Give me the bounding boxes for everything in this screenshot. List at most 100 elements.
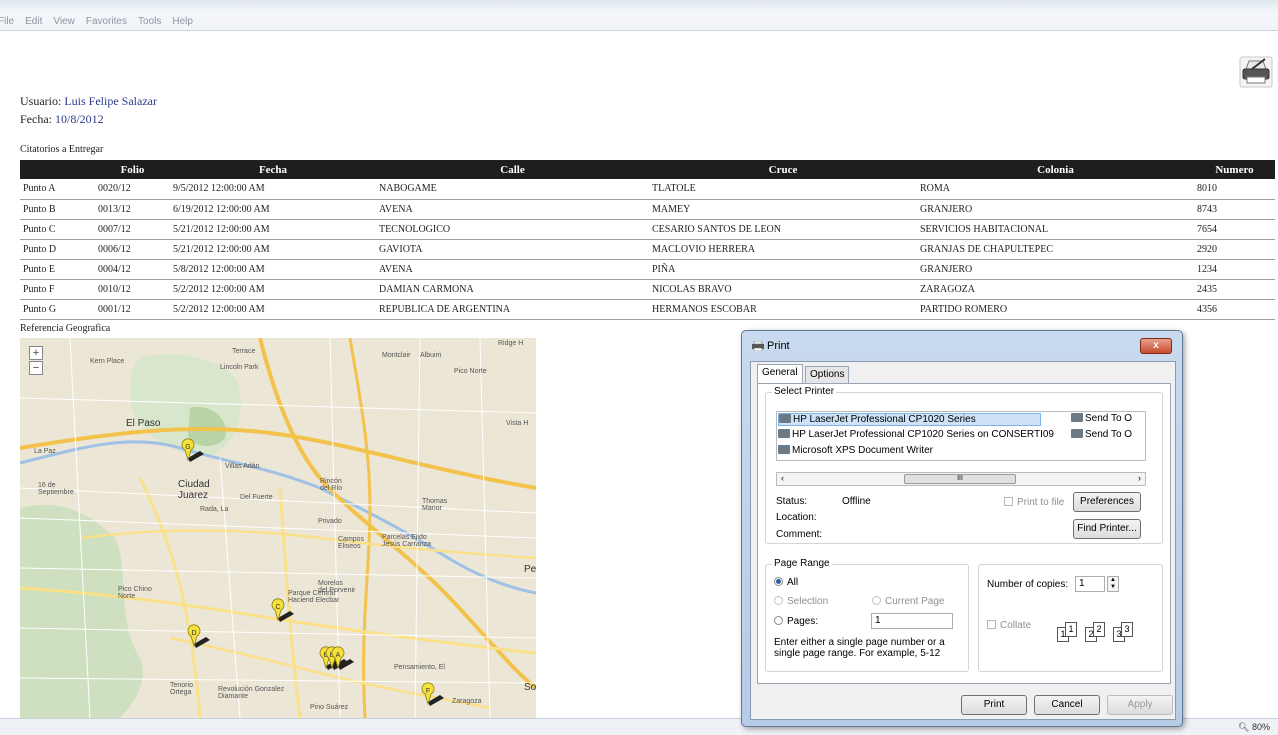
printer-item-hp-cp1020-network[interactable]: HP LaserJet Professional CP1020 Series o…: [778, 429, 1054, 440]
cell-cruce: TLATOLE: [649, 179, 917, 200]
cell-punto: Punto A: [20, 179, 95, 200]
col-header-folio: Folio: [95, 160, 170, 179]
cell-colonia: PARTIDO ROMERO: [917, 299, 1194, 320]
map-label-terrace: Terrace: [232, 348, 256, 355]
fecha-label: Fecha:: [20, 112, 52, 126]
collate-checkbox[interactable]: Collate: [987, 620, 1031, 631]
pages-input[interactable]: 1: [871, 613, 953, 629]
find-printer-button[interactable]: Find Printer...: [1073, 519, 1141, 539]
cell-folio: 0001/12: [95, 299, 170, 320]
map-label-zaragoza: Zaragoza: [452, 698, 482, 705]
map-label-albuim: Albuim: [420, 352, 442, 359]
location-label: Location:: [776, 512, 817, 523]
radio-selection[interactable]: Selection: [774, 596, 828, 607]
table-row: Punto G 0001/12 5/2/2012 12:00:00 AM REPUBL…: [20, 299, 1275, 320]
printer-icon[interactable]: [1238, 55, 1274, 89]
cell-colonia: GRANJERO: [917, 199, 1194, 220]
cell-fecha: 5/2/2012 12:00:00 AM: [170, 279, 376, 300]
fecha-row: Fecha: 10/8/2012: [20, 110, 157, 128]
printer-item-send-to-2[interactable]: Send To O: [1071, 429, 1132, 440]
menu-view[interactable]: View: [53, 16, 75, 27]
printer-item-send-to-1[interactable]: Send To O: [1071, 413, 1132, 424]
map-label-tenorio: Tenorio Ortega: [170, 682, 193, 696]
map-label-pensamiento: Pensamiento, El: [394, 664, 445, 671]
menu-file[interactable]: File: [0, 16, 14, 27]
cell-folio: 0013/12: [95, 199, 170, 220]
cell-fecha: 5/2/2012 12:00:00 AM: [170, 299, 376, 320]
map-label-revolucion: Revolución Gonzalez Diamante: [218, 686, 285, 700]
cell-calle: AVENA: [376, 199, 649, 220]
citatorios-table: Folio Fecha Calle Cruce Colonia Numero P…: [20, 160, 1275, 320]
zoom-in-button[interactable]: +: [29, 346, 43, 360]
cell-cruce: PIÑA: [649, 259, 917, 280]
tab-general[interactable]: General: [757, 364, 803, 383]
scroll-right-arrow[interactable]: ›: [1138, 473, 1141, 483]
cell-folio: 0007/12: [95, 219, 170, 240]
page-2-icon: 2: [1093, 622, 1105, 637]
section-title: Citatorios a Entregar: [20, 144, 104, 155]
radio-pages[interactable]: Pages:: [774, 616, 818, 627]
cell-punto: Punto F: [20, 279, 95, 300]
print-title-icon: [752, 341, 764, 351]
menu-favorites[interactable]: Favorites: [86, 16, 127, 27]
printer-item-xps[interactable]: Microsoft XPS Document Writer: [778, 445, 933, 456]
map-label-la-paz: La Paz: [34, 448, 56, 455]
table-row: Punto B 0013/12 6/19/2012 12:00:00 AM AVENA…: [20, 199, 1275, 220]
menu-bar: File Edit View Favorites Tools Help: [0, 12, 1278, 31]
map-label-pino-suarez: Pino Suárez: [310, 704, 349, 711]
col-header-cruce: Cruce: [649, 160, 917, 179]
cancel-button[interactable]: Cancel: [1034, 695, 1100, 715]
cell-colonia: ROMA: [917, 179, 1194, 200]
map-label-pico-chino: Pico Chino Norte: [118, 586, 152, 600]
cell-calle: NABOGAME: [376, 179, 649, 200]
map-label-lincoln-park: Lincoln Park: [220, 364, 259, 371]
copies-spinner[interactable]: ▲ ▼: [1107, 576, 1119, 592]
cell-fecha: 5/21/2012 12:00:00 AM: [170, 219, 376, 240]
zoom-out-button[interactable]: −: [29, 361, 43, 375]
close-button[interactable]: x: [1140, 338, 1172, 354]
apply-button[interactable]: Apply: [1107, 695, 1173, 715]
menu-help[interactable]: Help: [172, 16, 193, 27]
printer-icon: [1071, 429, 1083, 438]
cell-numero: 2920: [1194, 239, 1275, 260]
zoom-level-value: 80%: [1251, 722, 1270, 732]
checkbox-icon: [987, 620, 996, 629]
map-label-pe: Pe: [524, 564, 536, 575]
radio-all[interactable]: All: [774, 577, 798, 588]
checkbox-icon: [1004, 497, 1013, 506]
cell-numero: 8010: [1194, 179, 1275, 200]
map-marker-label: A: [336, 652, 341, 659]
zoom-level[interactable]: 🔍︎ 80%: [1238, 722, 1270, 733]
cell-cruce: MAMEY: [649, 199, 917, 220]
geo-title: Referencia Geografica: [20, 323, 111, 334]
printer-list-scrollbar[interactable]: ‹ III ›: [776, 472, 1146, 486]
print-button[interactable]: Print: [961, 695, 1027, 715]
print-to-file-checkbox[interactable]: Print to file: [1004, 497, 1064, 508]
map-label-kern-place: Kern Place: [90, 358, 125, 365]
copies-input[interactable]: 1: [1075, 576, 1105, 592]
tab-options[interactable]: Options: [805, 366, 850, 383]
preferences-button[interactable]: Preferences: [1073, 492, 1141, 512]
scroll-left-arrow[interactable]: ‹: [781, 473, 784, 483]
menu-tools[interactable]: Tools: [138, 16, 161, 27]
select-printer-title: Select Printer: [772, 386, 837, 397]
map[interactable]: GCDEBAF + − El Paso Ciudad Juarez La Paz…: [20, 338, 536, 718]
cell-folio: 0010/12: [95, 279, 170, 300]
radio-icon: [774, 596, 783, 605]
radio-icon: [774, 616, 783, 625]
radio-current-page[interactable]: Current Page: [872, 596, 944, 607]
cell-fecha: 6/19/2012 12:00:00 AM: [170, 199, 376, 220]
table-row: Punto A 0020/12 9/5/2012 12:00:00 AM NABOGA…: [20, 179, 1275, 200]
status-value: Offline: [842, 496, 871, 507]
select-printer-group: Select Printer HP LaserJet Professional …: [765, 386, 1163, 544]
comment-label: Comment:: [776, 529, 823, 540]
col-header-numero: Numero: [1194, 160, 1275, 179]
status-label: Status:: [776, 496, 808, 507]
map-label-soc: Soc: [524, 682, 536, 693]
cell-numero: 8743: [1194, 199, 1275, 220]
table-row: Punto F 0010/12 5/2/2012 12:00:00 AM DAMIAN…: [20, 279, 1275, 300]
printer-item-hp-cp1020[interactable]: HP LaserJet Professional CP1020 Series: [778, 413, 1041, 426]
cell-colonia: ZARAGOZA: [917, 279, 1194, 300]
scrollbar-thumb[interactable]: III: [904, 474, 1016, 484]
menu-edit[interactable]: Edit: [25, 16, 42, 27]
